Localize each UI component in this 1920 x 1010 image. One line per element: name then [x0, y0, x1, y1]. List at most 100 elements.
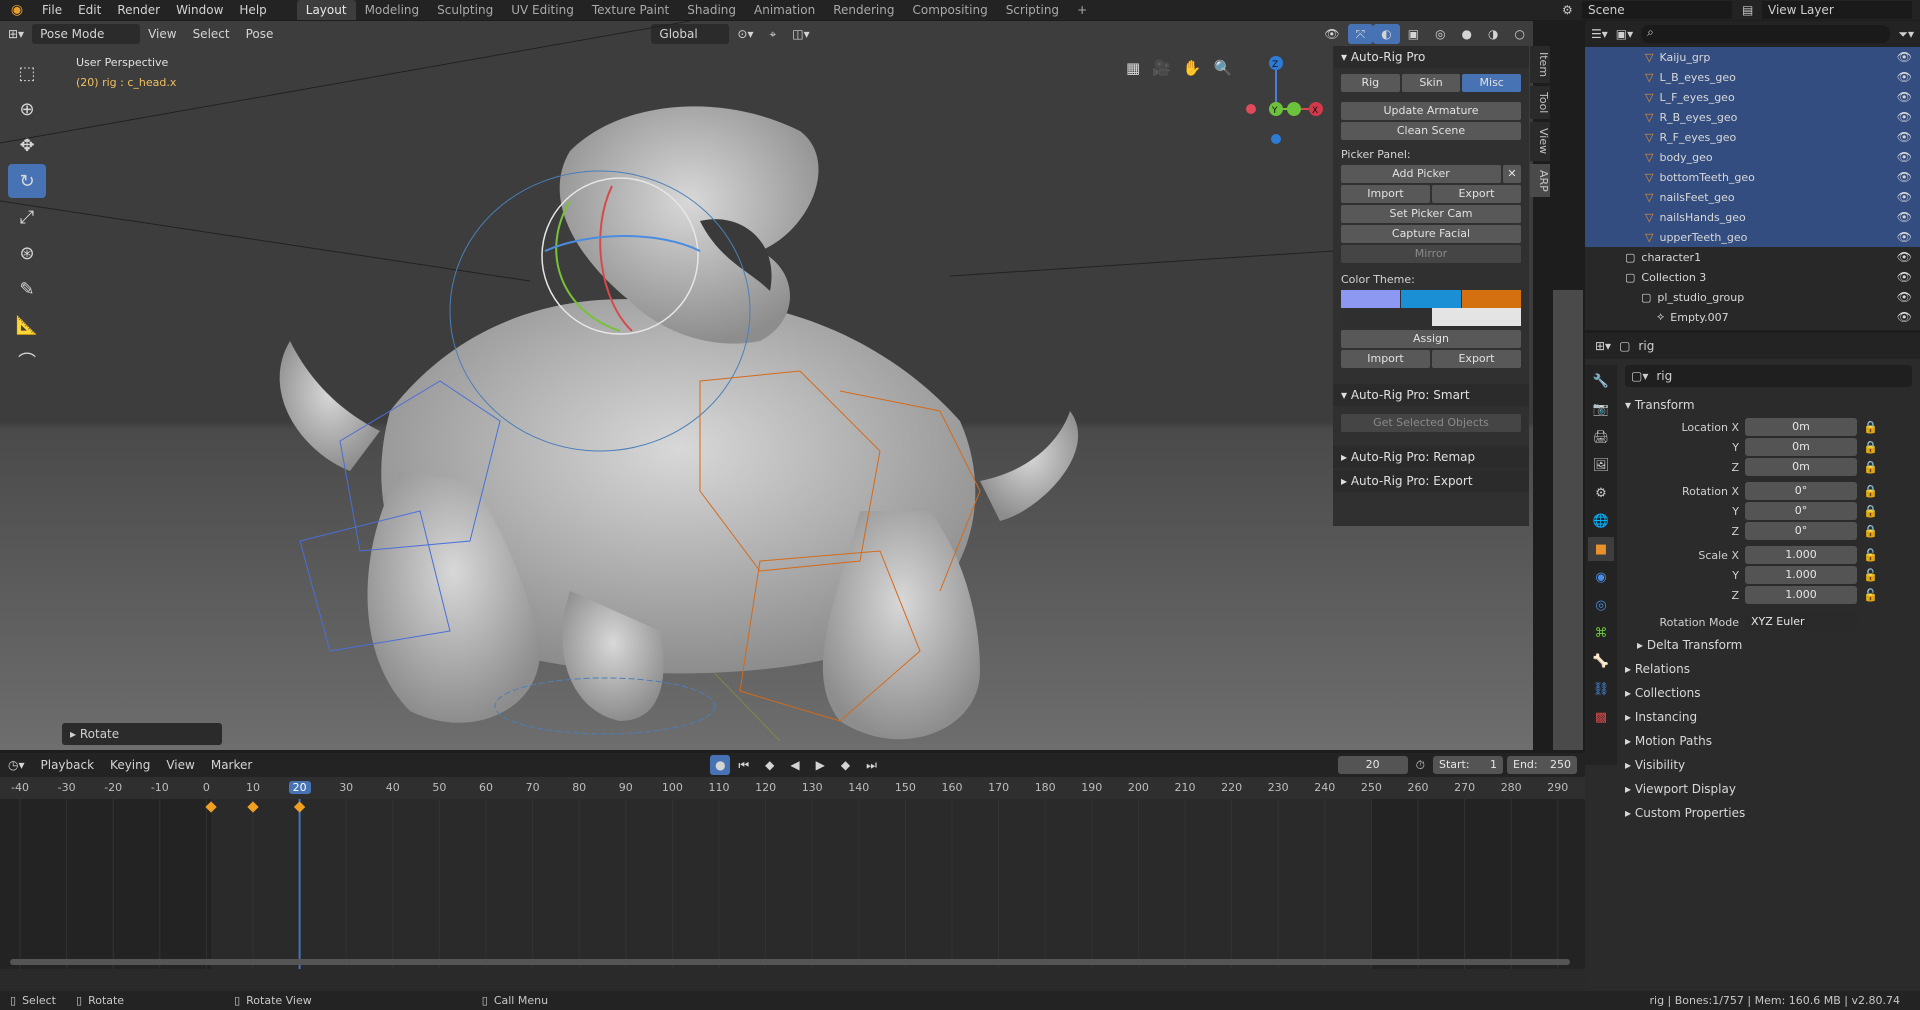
eye-icon[interactable]: 👁: [1897, 130, 1912, 144]
menu-window[interactable]: Window: [168, 0, 231, 20]
render-tab-icon[interactable]: 📷: [1588, 397, 1614, 421]
sidebar-tab-tool[interactable]: Tool: [1530, 86, 1550, 120]
tab-misc[interactable]: Misc: [1462, 74, 1522, 92]
outliner-row[interactable]: ▽ bottomTeeth_geo 👁: [1585, 167, 1920, 187]
lock-icon[interactable]: 🔒: [1863, 524, 1878, 538]
eye-icon[interactable]: 👁: [1897, 310, 1912, 324]
eye-icon[interactable]: 👁: [1897, 250, 1912, 264]
tab-texture-paint[interactable]: Texture Paint: [583, 0, 678, 20]
lock-icon[interactable]: 🔒: [1863, 440, 1878, 454]
start-frame-field[interactable]: Start: 1: [1433, 756, 1503, 774]
tab-modeling[interactable]: Modeling: [356, 0, 429, 20]
eye-icon[interactable]: 👁: [1897, 210, 1912, 224]
lock-icon[interactable]: 🔒: [1863, 460, 1878, 474]
delta-transform-section[interactable]: ▸ Delta Transform: [1625, 633, 1912, 657]
jump-start-icon[interactable]: ⏮: [730, 755, 757, 775]
scene-tab-icon[interactable]: ⚙: [1588, 481, 1614, 505]
unlock-icon[interactable]: 🔓: [1863, 548, 1878, 562]
search-icon[interactable]: ⌕: [1641, 25, 1891, 43]
menu-help[interactable]: Help: [231, 0, 274, 20]
theme-swatch-2[interactable]: [1401, 290, 1461, 308]
eye-icon[interactable]: 👁: [1897, 90, 1912, 104]
outliner-row[interactable]: ▽ R_B_eyes_geo 👁: [1585, 107, 1920, 127]
lock-icon[interactable]: 🔒: [1863, 484, 1878, 498]
theme-swatch-5[interactable]: [1431, 308, 1521, 326]
theme-export-button[interactable]: Export: [1432, 350, 1521, 368]
outliner-row[interactable]: ▽ nailsFeet_geo 👁: [1585, 187, 1920, 207]
eye-icon[interactable]: 👁: [1897, 110, 1912, 124]
properties-section[interactable]: ▸ Custom Properties: [1625, 801, 1912, 825]
add-workspace-button[interactable]: +: [1068, 0, 1096, 20]
tab-rendering[interactable]: Rendering: [824, 0, 903, 20]
scale-y-field[interactable]: 1.000: [1745, 566, 1857, 584]
tab-shading[interactable]: Shading: [678, 0, 745, 20]
location-x-field[interactable]: 0m: [1745, 418, 1857, 436]
location-y-field[interactable]: 0m: [1745, 438, 1857, 456]
object-tab-icon[interactable]: ■: [1588, 537, 1614, 561]
filter-icon[interactable]: ⏷▾: [1898, 27, 1914, 42]
grid-view-icon[interactable]: ▦: [1126, 59, 1140, 77]
properties-section[interactable]: ▸ Relations: [1625, 657, 1912, 681]
current-frame-field[interactable]: 20: [1337, 756, 1408, 774]
remap-panel-header[interactable]: ▸ Auto-Rig Pro: Remap: [1333, 446, 1529, 468]
eye-icon[interactable]: 👁: [1897, 290, 1912, 304]
menu-playback[interactable]: Playback: [33, 755, 103, 775]
scene-selector[interactable]: Scene: [1582, 1, 1732, 19]
tab-scripting[interactable]: Scripting: [997, 0, 1068, 20]
arp-panel-header[interactable]: ▾ Auto-Rig Pro: [1333, 46, 1529, 68]
menu-render[interactable]: Render: [109, 0, 168, 20]
tab-skin[interactable]: Skin: [1401, 74, 1461, 92]
properties-section[interactable]: ▸ Viewport Display: [1625, 777, 1912, 801]
tool-tab-icon[interactable]: 🔧: [1588, 369, 1614, 393]
timeline-ruler[interactable]: -40 -30 -20 -10 0 10 20 30 40 50 60 70 80 90 100 110 120…: [0, 777, 1585, 799]
keyframe-marker[interactable]: [247, 801, 259, 813]
jump-end-icon[interactable]: ⏭: [858, 755, 885, 775]
unlock-icon[interactable]: 🔓: [1863, 568, 1878, 582]
tab-sculpting[interactable]: Sculpting: [428, 0, 502, 20]
lock-icon[interactable]: 🔒: [1863, 420, 1878, 434]
lock-icon[interactable]: 🔒: [1863, 504, 1878, 518]
bone-tab-icon[interactable]: 🦴: [1588, 649, 1614, 673]
menu-edit[interactable]: Edit: [70, 0, 109, 20]
rotation-y-field[interactable]: 0°: [1745, 502, 1857, 520]
tab-animation[interactable]: Animation: [745, 0, 824, 20]
sidebar-tab-item[interactable]: Item: [1530, 46, 1550, 84]
hand-pan-icon[interactable]: ✋: [1183, 59, 1202, 77]
properties-section[interactable]: ▸ Motion Paths: [1625, 729, 1912, 753]
mirror-button[interactable]: Mirror: [1341, 245, 1521, 263]
last-operator-panel[interactable]: ▸ Rotate: [62, 723, 222, 745]
prev-key-icon[interactable]: ◆: [757, 755, 782, 775]
view-layer-tab-icon[interactable]: 🖼: [1588, 453, 1614, 477]
get-selected-objects-button[interactable]: Get Selected Objects: [1341, 414, 1521, 432]
set-picker-cam-button[interactable]: Set Picker Cam: [1341, 205, 1521, 223]
menu-timeline-view[interactable]: View: [158, 755, 202, 775]
display-mode-icon[interactable]: ▣▾: [1616, 27, 1633, 41]
scale-z-field[interactable]: 1.000: [1745, 586, 1857, 604]
stopwatch-icon[interactable]: ⏱: [1408, 755, 1433, 775]
theme-swatch-1[interactable]: [1341, 290, 1401, 308]
eye-icon[interactable]: 👁: [1897, 230, 1912, 244]
add-picker-button[interactable]: Add Picker: [1341, 165, 1501, 183]
outliner-row[interactable]: ▽ nailsHands_geo 👁: [1585, 207, 1920, 227]
3d-viewport[interactable]: ⊞▾ Pose Mode View Select Pose Global ⊙▾ …: [0, 21, 1533, 750]
theme-swatch-4[interactable]: [1341, 308, 1431, 326]
outliner-row[interactable]: ▽ L_B_eyes_geo 👁: [1585, 67, 1920, 87]
eye-icon[interactable]: 👁: [1897, 50, 1912, 64]
outliner-row[interactable]: ▢ pl_studio_group 👁: [1585, 287, 1920, 307]
object-name-field[interactable]: ▢▾ rig: [1625, 365, 1912, 387]
outliner-row[interactable]: ▽ L_F_eyes_geo 👁: [1585, 87, 1920, 107]
outliner-row[interactable]: ▽ R_F_eyes_geo 👁: [1585, 127, 1920, 147]
clean-scene-button[interactable]: Clean Scene: [1341, 122, 1521, 140]
outliner-row[interactable]: ▢ Collection 3 👁: [1585, 267, 1920, 287]
outliner-row[interactable]: ▽ Kaiju_grp 👁: [1585, 47, 1920, 67]
theme-swatch-3[interactable]: [1461, 290, 1521, 308]
texture-tab-icon[interactable]: ▩: [1588, 705, 1614, 729]
next-key-icon[interactable]: ◆: [833, 755, 858, 775]
play-icon[interactable]: ▶: [808, 755, 833, 775]
timeline-scrollbar[interactable]: [10, 959, 1570, 965]
view-layer-selector[interactable]: View Layer: [1762, 1, 1912, 19]
export-panel-header[interactable]: ▸ Auto-Rig Pro: Export: [1333, 470, 1529, 492]
picker-export-button[interactable]: Export: [1432, 185, 1521, 203]
outliner-row[interactable]: ▢ character1 👁: [1585, 247, 1920, 267]
assign-button[interactable]: Assign: [1341, 330, 1521, 348]
